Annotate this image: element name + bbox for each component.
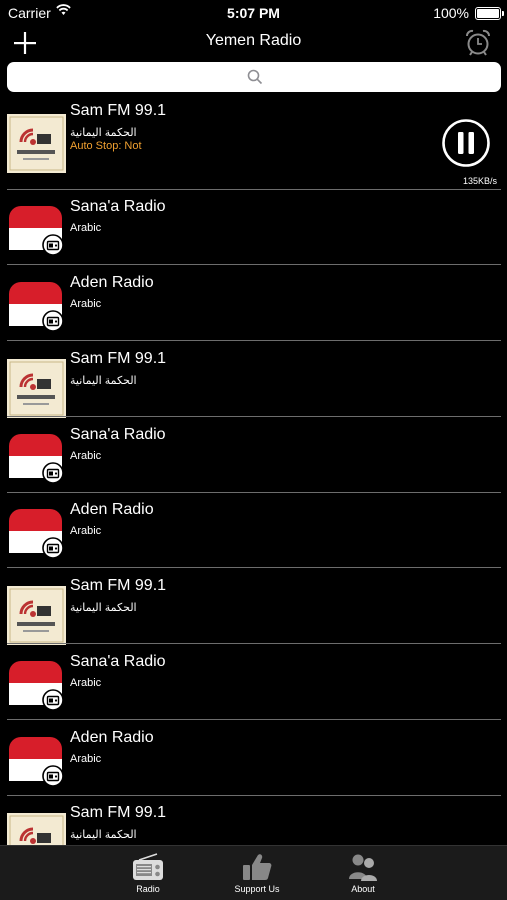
status-bar: Carrier 5:07 PM 100% — [0, 0, 507, 26]
radio-badge-icon — [42, 310, 64, 332]
station-row[interactable]: Sam FM 99.1 الحكمة اليمانية — [0, 342, 507, 418]
auto-stop-status: Auto Stop: Not — [70, 140, 142, 152]
yemen-flag-icon — [9, 282, 64, 332]
station-subtitle: Arabic — [70, 298, 102, 310]
battery-percent: 100% — [433, 5, 469, 21]
radio-badge-icon — [42, 234, 64, 256]
station-logo — [7, 586, 66, 645]
station-logo — [7, 813, 66, 846]
row-divider — [7, 416, 501, 417]
station-subtitle: الحكمة اليمانية — [70, 602, 137, 614]
station-logo — [7, 114, 66, 173]
navigation-bar: Yemen Radio — [0, 26, 507, 60]
yemen-flag-icon — [9, 434, 64, 484]
tab-support-us[interactable]: Support Us — [222, 846, 292, 900]
station-row[interactable]: Sana'a Radio Arabic — [0, 190, 507, 265]
pause-button[interactable] — [441, 118, 491, 168]
tab-label: Radio — [136, 884, 160, 894]
station-name: Sana'a Radio — [70, 198, 166, 215]
radio-icon — [133, 853, 163, 880]
row-divider — [7, 264, 501, 265]
alarm-clock-icon[interactable] — [463, 28, 493, 58]
station-subtitle: Arabic — [70, 753, 102, 765]
station-name: Aden Radio — [70, 729, 154, 746]
station-subtitle: الحكمة اليمانية — [70, 829, 137, 841]
yemen-flag-icon — [9, 206, 64, 256]
station-subtitle: Arabic — [70, 525, 102, 537]
page-title: Yemen Radio — [205, 32, 302, 49]
station-row[interactable]: Sam FM 99.1 الحكمة اليمانية — [0, 569, 507, 645]
station-subtitle: Arabic — [70, 450, 102, 462]
tab-label: Support Us — [234, 884, 280, 894]
thumbs-up-icon — [243, 854, 272, 880]
station-subtitle: الحكمة اليمانية — [70, 375, 137, 387]
tab-bar: Radio Support Us About — [0, 845, 507, 900]
station-row[interactable]: Sana'a Radio Arabic — [0, 418, 507, 493]
station-name: Sam FM 99.1 — [70, 577, 167, 594]
station-name: Sana'a Radio — [70, 426, 166, 443]
people-icon — [349, 854, 377, 881]
station-logo — [7, 359, 66, 418]
radio-badge-icon — [42, 689, 64, 711]
clock: 5:07 PM — [227, 5, 280, 21]
radio-badge-icon — [42, 462, 64, 484]
station-name: Sana'a Radio — [70, 653, 166, 670]
row-divider — [7, 340, 501, 341]
station-name: Aden Radio — [70, 501, 154, 518]
station-row[interactable]: Sam FM 99.1 الحكمة اليمانية — [0, 796, 507, 846]
station-name: Aden Radio — [70, 274, 154, 291]
station-name: Sam FM 99.1 — [70, 102, 167, 119]
radio-badge-icon — [42, 765, 64, 787]
station-row[interactable]: Aden Radio Arabic — [0, 493, 507, 568]
tab-about[interactable]: About — [328, 846, 398, 900]
row-divider — [7, 719, 501, 720]
search-input[interactable] — [7, 62, 505, 94]
station-row[interactable]: Sam FM 99.1 الحكمة اليمانية Auto Stop: N… — [0, 94, 507, 190]
station-row[interactable]: Sana'a Radio Arabic — [0, 645, 507, 720]
radio-badge-icon — [42, 537, 64, 559]
yemen-flag-icon — [9, 737, 64, 787]
tab-label: About — [351, 884, 375, 894]
row-divider — [7, 643, 501, 644]
station-row[interactable]: Aden Radio Arabic — [0, 721, 507, 796]
battery-icon — [475, 7, 504, 20]
station-name: Sam FM 99.1 — [70, 350, 167, 367]
station-subtitle: Arabic — [70, 222, 102, 234]
station-row[interactable]: Aden Radio Arabic — [0, 266, 507, 341]
search-bar[interactable] — [7, 62, 505, 94]
station-list: Sam FM 99.1 الحكمة اليمانية Auto Stop: N… — [0, 94, 507, 846]
yemen-flag-icon — [9, 661, 64, 711]
station-name: Sam FM 99.1 — [70, 804, 167, 821]
station-subtitle: الحكمة اليمانية — [70, 127, 137, 139]
row-divider — [7, 567, 501, 568]
stream-speed: 135KB/s — [462, 176, 497, 186]
station-subtitle: Arabic — [70, 677, 102, 689]
yemen-flag-icon — [9, 509, 64, 559]
tab-radio[interactable]: Radio — [113, 846, 183, 900]
